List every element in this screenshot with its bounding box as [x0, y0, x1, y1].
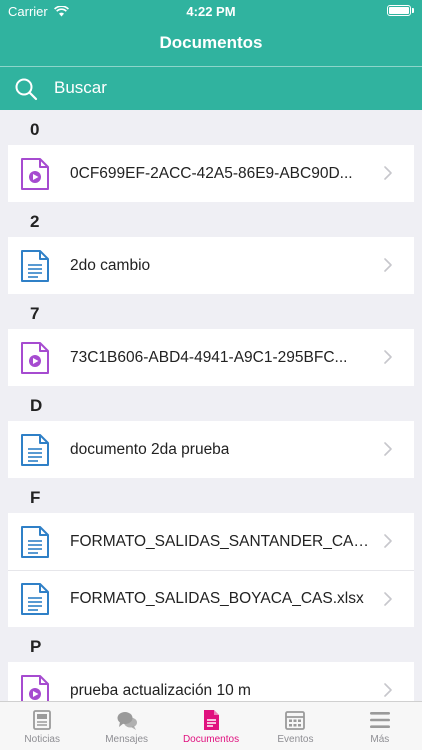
document-icon — [204, 710, 220, 730]
tab-document[interactable]: Documentos — [169, 702, 253, 750]
page-title: Documentos — [159, 33, 263, 52]
tab-menu[interactable]: Más — [338, 702, 422, 750]
document-name: 0CF699EF-2ACC-42A5-86E9-ABC90D... — [70, 164, 353, 182]
chevron-right-icon — [384, 258, 392, 272]
tab-label: Más — [370, 734, 390, 745]
document-name: 73C1B606-ABD4-4941-A9C1-295BFC... — [70, 348, 348, 366]
tab-label: Noticias — [24, 734, 60, 745]
tab-label: Eventos — [277, 734, 314, 745]
section-header: P — [30, 637, 42, 656]
document-name: FORMATO_SALIDAS_BOYACA_CAS.xlsx — [70, 590, 364, 607]
document-row[interactable]: FORMATO_SALIDAS_SANTANDER_CAS.... — [8, 513, 414, 570]
section-header: 0 — [30, 120, 40, 139]
document-row[interactable]: 0CF699EF-2ACC-42A5-86E9-ABC90D... — [8, 145, 414, 202]
tab-label: Documentos — [182, 734, 240, 745]
document-row[interactable]: prueba actualización 10 m — [8, 662, 414, 701]
chevron-right-icon — [384, 683, 392, 697]
document-file-icon — [21, 583, 49, 615]
tab-calendar[interactable]: Eventos — [253, 702, 337, 750]
chevron-right-icon — [384, 166, 392, 180]
video-file-icon — [21, 674, 49, 701]
document-row[interactable]: documento 2da prueba — [8, 421, 414, 478]
calendar-icon — [285, 711, 306, 730]
document-name: 2do cambio — [70, 256, 151, 274]
document-file-icon — [21, 249, 49, 282]
section-header: 7 — [30, 304, 40, 323]
search-icon — [15, 78, 38, 101]
document-file-icon — [21, 525, 49, 558]
header: Carrier 4:22 PM Documentos — [0, 0, 422, 110]
section-header: D — [30, 396, 43, 415]
tab-news[interactable]: Noticias — [0, 702, 84, 750]
document-name: FORMATO_SALIDAS_SANTANDER_CAS.... — [70, 532, 376, 550]
document-name: prueba actualización 10 m — [70, 681, 251, 699]
status-bar: Carrier 4:22 PM — [0, 0, 422, 22]
video-file-icon — [21, 157, 49, 190]
battery-icon — [387, 5, 414, 16]
document-file-icon — [21, 433, 49, 466]
chevron-right-icon — [384, 534, 392, 548]
document-row[interactable]: 73C1B606-ABD4-4941-A9C1-295BFC... — [8, 329, 414, 386]
document-row[interactable]: FORMATO_SALIDAS_BOYACA_CAS.xlsx — [8, 570, 414, 627]
video-file-icon — [21, 341, 49, 374]
tab-chat-bubbles[interactable]: Mensajes — [84, 702, 168, 750]
chevron-right-icon — [384, 442, 392, 456]
chevron-right-icon — [384, 592, 392, 606]
section-header: 2 — [30, 212, 40, 231]
chevron-right-icon — [384, 350, 392, 364]
tab-bar: Noticias Mensajes Documentos Eventos Más — [0, 701, 422, 750]
tab-label: Mensajes — [105, 734, 149, 745]
search-bar[interactable] — [0, 67, 422, 110]
section-header: F — [30, 488, 41, 507]
document-list[interactable]: 0 0CF699EF-2ACC-42A5-86E9-ABC90D... 2 2do c… — [0, 110, 422, 701]
document-row[interactable]: 2do cambio — [8, 237, 414, 294]
status-time: 4:22 PM — [186, 4, 236, 19]
news-icon — [33, 710, 52, 730]
document-name: documento 2da prueba — [70, 440, 230, 458]
chat-bubbles-icon — [117, 712, 137, 730]
search-input[interactable] — [54, 76, 394, 100]
menu-icon — [369, 712, 390, 728]
